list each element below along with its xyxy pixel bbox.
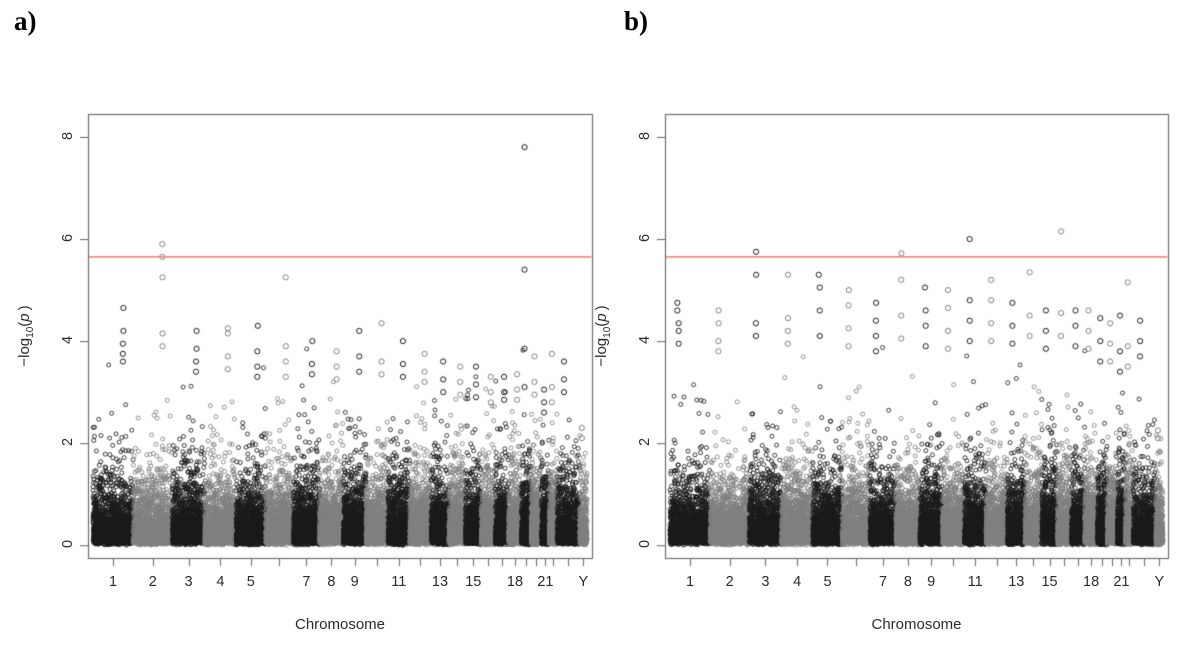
panel-b-xtick-11: 11 [967,574,983,590]
panel-b-x-axis-label: Chromosome [871,616,962,633]
panel-a-xlabel: Chromosome [0,0,1,1]
panel-b-ytick-4: 4 [637,336,653,345]
panel-b-xtick-Y: Y [1154,574,1165,590]
panel-a-ytick-0: 0 [60,540,76,549]
panel-a-xtick-13: 13 [431,574,449,590]
manhattan-figure: a) b) 0 2 4 6 8 −log10(p ) 1 2 3 4 5 7 8 9 11 13 15 18 21 Y… [0,0,1200,660]
panel-a-xtick-21: 21 [537,574,554,590]
panel-a-ylabel: −log₁₀(p) [0,0,1,1]
panel-a-x-axis-label: Chromosome [294,616,386,633]
panel-a-xtick-18: 18 [506,574,524,590]
panel-a-ytick-4: 4 [60,336,76,345]
panel-a-xtick-5: 5 [246,574,255,590]
panel-b-xtick-13: 13 [1008,574,1025,590]
panel-a-xtick-15: 15 [465,574,482,590]
panel-a-ytick-2: 2 [60,438,76,447]
panel-a-ytick-6: 6 [60,234,76,243]
panel-b-xtick-5: 5 [823,574,832,590]
panel-b-ytick-2: 2 [637,438,653,447]
panel-a-xtick-Y: Y [578,574,589,590]
panel-b-xtick-4: 4 [793,574,802,590]
panel-b-ytick-8: 8 [637,131,653,140]
panel-b-ylabel: −log₁₀(p) [0,0,1,1]
panel-a-letter: a) [14,6,37,36]
panel-b-y-axis-label: −log10(p ) [593,305,613,367]
panel-b-xtick-1: 1 [686,574,695,590]
panel-b-xtick-18: 18 [1083,574,1100,590]
panel-b-xtick-2: 2 [725,574,734,590]
panel-b-xtick-3: 3 [761,574,770,590]
panel-a-xtick-4: 4 [216,574,225,590]
panel-a-xtick-9: 9 [350,574,359,590]
panel-a-y-axis-label: −log10(p ) [16,305,36,367]
panel-b-xlabel: Chromosome [0,0,1,1]
panel-b-ytick-0: 0 [637,540,653,549]
panel-a-xtick-11: 11 [391,574,407,590]
panel-b-ytick-6: 6 [637,234,653,243]
panel-b-letter: b) [624,6,649,36]
panel-b-xtick-9: 9 [927,574,936,590]
panel-b-xtick-15: 15 [1041,574,1058,590]
panel-b-xtick-21: 21 [1113,574,1130,590]
panel-a-ytick-8: 8 [60,131,76,140]
panel-a-xtick-1: 1 [109,574,118,590]
panel-a-xtick-2: 2 [148,574,157,590]
panel-a-xtick-3: 3 [184,574,193,590]
